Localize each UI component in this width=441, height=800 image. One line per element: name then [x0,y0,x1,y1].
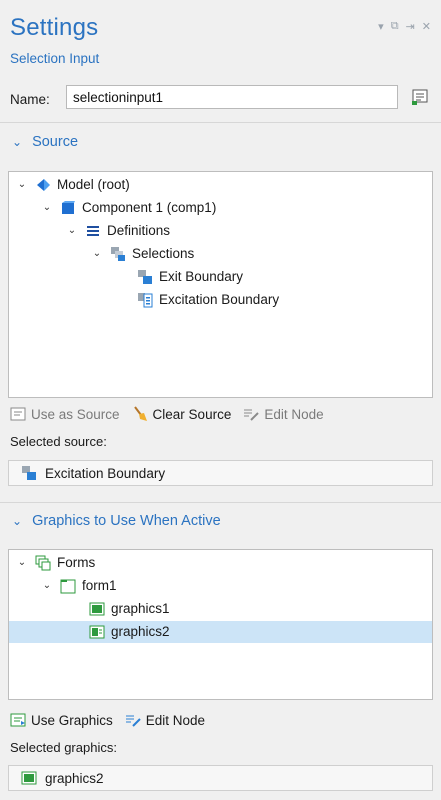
divider [0,122,441,123]
selected-source-label: Selected source: [10,434,107,449]
graphics-icon [21,770,37,786]
chevron-down-icon[interactable]: ⌄ [40,575,54,597]
chevron-down-icon: ⌄ [12,135,23,149]
tree-item-graphics2[interactable]: graphics2 [9,621,432,643]
chevron-down-icon[interactable]: ⌄ [65,220,79,242]
boundary-selection-icon [137,292,153,308]
float-window-icon[interactable]: ⧉ [391,20,399,33]
name-field[interactable] [66,85,398,109]
graphics-tree[interactable]: ⌄ Forms ⌄ form1 graphics1 graphics2 [8,549,433,700]
source-section-header[interactable]: ⌄ Source [12,134,78,150]
source-tree[interactable]: ⌄ Model (root) ⌄ Component 1 (comp1) ⌄ D… [8,171,433,398]
boundary-selection-icon [21,465,37,481]
name-label: Name: [10,92,50,107]
selected-source-value: Excitation Boundary [8,460,433,486]
tree-item-label: Model (root) [57,177,130,192]
edit-node-button[interactable]: Edit Node [125,712,205,728]
use-as-source-button[interactable]: Use as Source [10,406,120,422]
tree-item-label: form1 [82,578,117,593]
selected-graphics-value: graphics2 [8,765,433,791]
tree-item-selections[interactable]: ⌄ Selections [90,243,194,265]
graphics-toolbar: Use Graphics Edit Node [10,712,217,728]
boundary-selection-icon [137,269,153,285]
window-controls: ▾ ⧉ ⇥ ✕ [378,20,431,33]
broom-icon [132,406,148,422]
forms-icon [35,555,51,571]
tree-item-graphics1[interactable]: graphics1 [89,598,170,620]
source-toolbar: Use as Source Clear Source Edit Node [10,406,336,422]
chevron-down-icon[interactable]: ⌄ [15,552,29,574]
chevron-down-icon[interactable]: ⌄ [40,197,54,219]
clear-source-button[interactable]: Clear Source [132,406,231,422]
selected-graphics-label: Selected graphics: [10,740,117,755]
tree-item-label: graphics1 [111,601,170,616]
use-as-source-icon [10,406,26,422]
selected-source-text: Excitation Boundary [45,465,166,481]
edit-node-icon [243,406,260,422]
selections-icon [110,246,126,262]
tree-item-definitions[interactable]: ⌄ Definitions [65,220,170,242]
tree-item-label: Selections [132,246,195,261]
graphics-icon [89,624,105,640]
selected-graphics-text: graphics2 [45,770,104,786]
tree-item-label: Component 1 (comp1) [82,200,217,215]
use-graphics-icon [10,712,26,728]
chevron-down-icon: ⌄ [12,514,23,528]
definitions-icon [85,223,101,239]
graphics-icon [89,601,105,617]
tree-item-label: Excitation Boundary [159,292,280,307]
graphics-section-title: Graphics to Use When Active [32,513,221,529]
close-icon[interactable]: ✕ [422,20,431,33]
panel-subtitle: Selection Input [10,51,100,66]
divider [0,502,441,503]
tree-item-form1[interactable]: ⌄ form1 [40,575,117,597]
edit-node-button[interactable]: Edit Node [243,406,324,422]
tree-item-forms[interactable]: ⌄ Forms [15,552,95,574]
edit-node-icon [125,712,141,728]
model-icon [35,177,51,193]
tree-item-component[interactable]: ⌄ Component 1 (comp1) [40,197,217,219]
tree-item-label: Forms [57,555,96,570]
use-graphics-button[interactable]: Use Graphics [10,712,113,728]
panel-title: Settings [10,14,99,41]
tree-item-model[interactable]: ⌄ Model (root) [15,174,130,196]
pin-icon[interactable]: ⇥ [406,20,415,33]
chevron-down-icon[interactable]: ⌄ [15,174,29,196]
comment-icon [412,89,428,105]
dropdown-icon[interactable]: ▾ [378,20,384,33]
form-folder-icon [60,578,76,594]
graphics-section-header[interactable]: ⌄ Graphics to Use When Active [12,513,221,529]
chevron-down-icon[interactable]: ⌄ [90,243,104,265]
edit-comment-button[interactable] [408,85,432,109]
source-section-title: Source [32,134,79,150]
tree-item-label: graphics2 [111,624,170,639]
tree-item-excitation-boundary[interactable]: Excitation Boundary [137,289,279,311]
component-icon [60,200,76,216]
tree-item-exit-boundary[interactable]: Exit Boundary [137,266,243,288]
tree-item-label: Exit Boundary [159,269,244,284]
tree-item-label: Definitions [107,223,171,238]
